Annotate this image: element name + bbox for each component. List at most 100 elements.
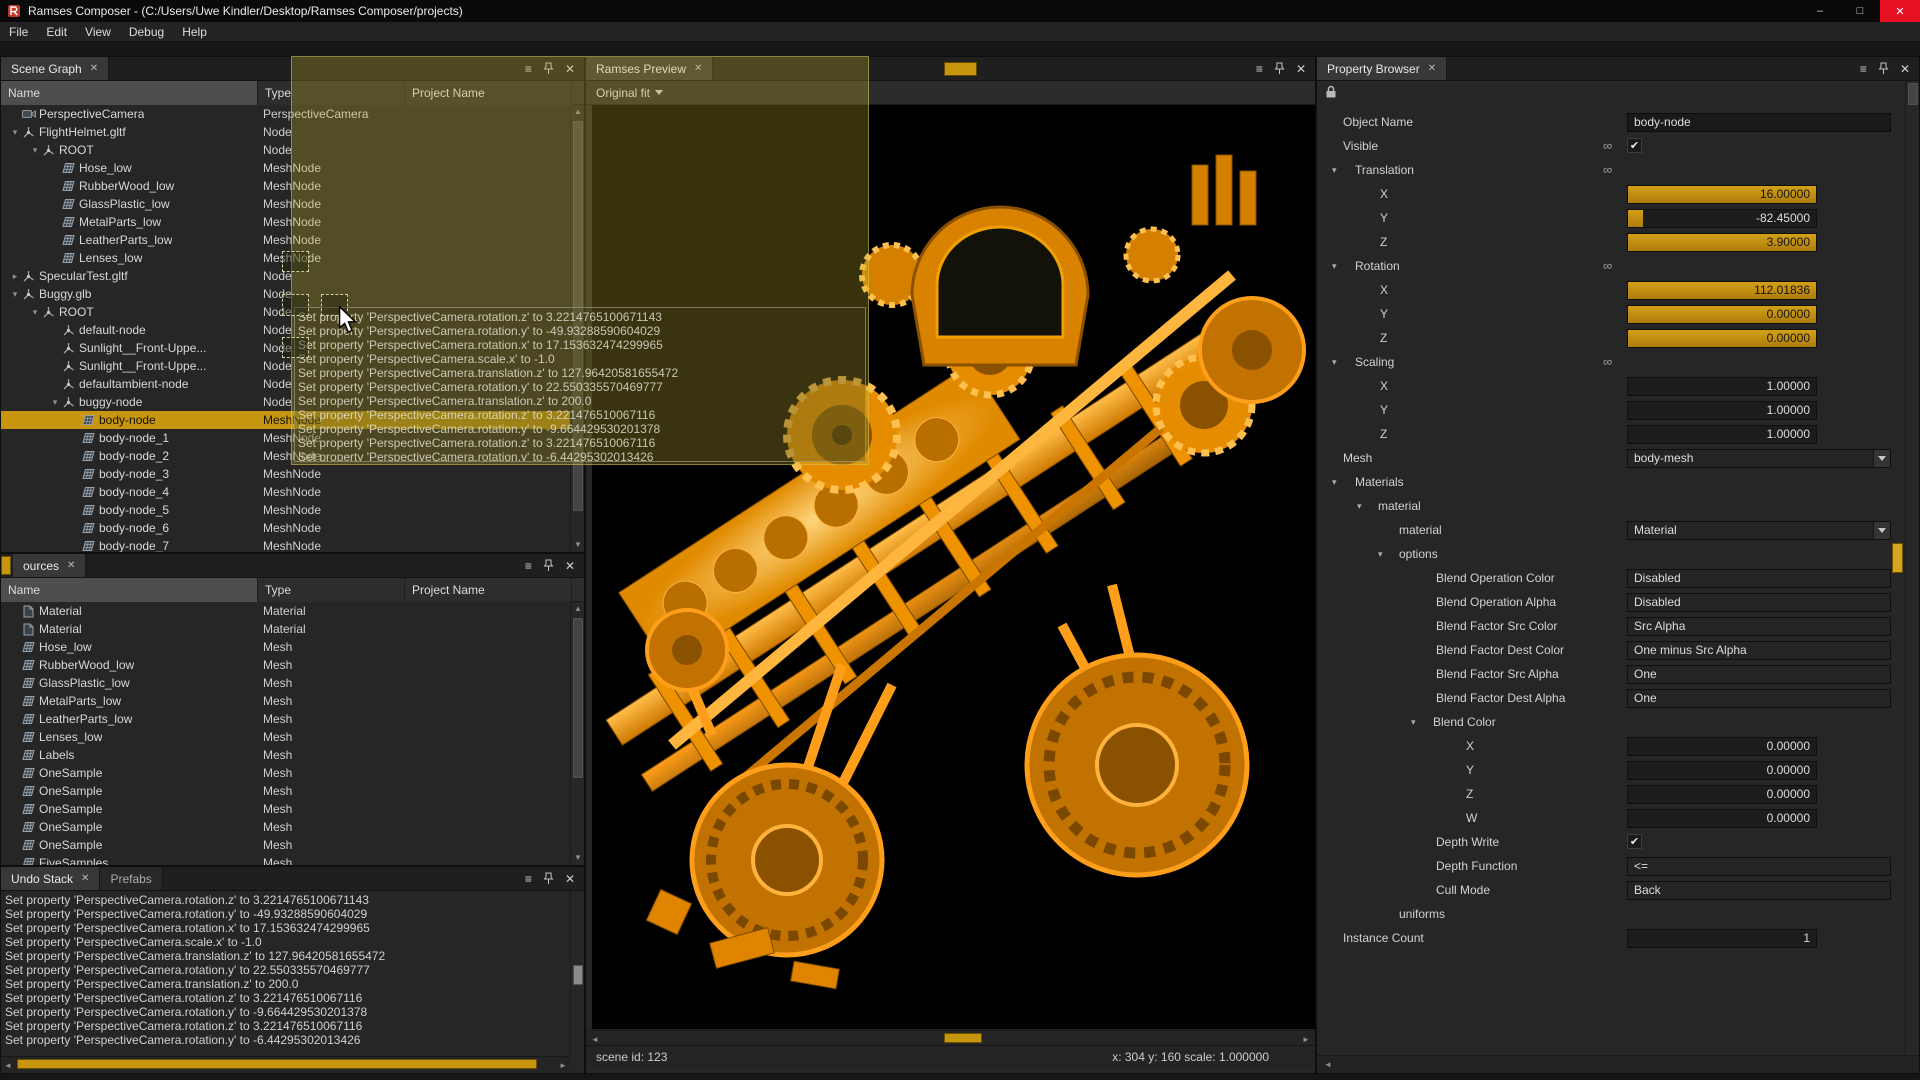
combo-box[interactable]: Disabled xyxy=(1627,593,1891,612)
dock-menu-icon[interactable]: ≡ xyxy=(1860,63,1867,75)
checkbox[interactable]: ✔ xyxy=(1627,138,1642,153)
text-input[interactable]: body-node xyxy=(1627,113,1891,132)
close-icon[interactable]: ✕ xyxy=(1900,63,1910,75)
combo-box[interactable]: Material xyxy=(1627,521,1891,540)
close-icon[interactable]: ✕ xyxy=(1428,63,1436,74)
expander-icon[interactable]: ▾ xyxy=(28,141,42,159)
tab-scene-graph[interactable]: Scene Graph ✕ xyxy=(1,57,109,80)
spin-box[interactable]: 0.00000 xyxy=(1627,761,1817,780)
spin-box[interactable]: 1.00000 xyxy=(1627,377,1817,396)
tree-row[interactable]: LeatherParts_lowMesh xyxy=(1,710,570,728)
tree-row[interactable]: FiveSamplesMesh xyxy=(1,854,570,865)
props-vscrollbar[interactable] xyxy=(1905,81,1919,1055)
scroll-up-icon[interactable]: ▲ xyxy=(571,602,585,616)
tree-row[interactable]: body-node_6MeshNode xyxy=(1,519,570,537)
tree-row[interactable]: GlassPlastic_lowMesh xyxy=(1,674,570,692)
tab-prefabs[interactable]: Prefabs xyxy=(100,867,162,890)
spin-box[interactable]: 1.00000 xyxy=(1627,425,1817,444)
combo-box[interactable]: Back xyxy=(1627,881,1891,900)
close-button[interactable]: ✕ xyxy=(1880,0,1920,22)
lock-icon[interactable] xyxy=(1325,85,1337,99)
dock-menu-icon[interactable]: ≡ xyxy=(525,873,532,885)
spin-box[interactable]: 112.01836 xyxy=(1627,281,1817,300)
scrollbar-thumb[interactable] xyxy=(573,965,583,985)
spin-box[interactable]: 1 xyxy=(1627,929,1817,948)
column-header-name[interactable]: Name xyxy=(1,81,258,105)
tree-row[interactable]: MetalParts_lowMesh xyxy=(1,692,570,710)
spin-box[interactable]: 1.00000 xyxy=(1627,401,1817,420)
tab-property-browser[interactable]: Property Browser ✕ xyxy=(1317,57,1447,80)
expander-icon[interactable]: ▾ xyxy=(8,123,22,141)
expander-icon[interactable]: ▾ xyxy=(48,393,62,411)
scroll-down-icon[interactable]: ▼ xyxy=(571,538,585,552)
tree-row[interactable]: MaterialMaterial xyxy=(1,620,570,638)
scroll-left-icon[interactable]: ◄ xyxy=(1,1059,15,1073)
scrollbar-thumb[interactable] xyxy=(17,1059,537,1069)
combo-box[interactable]: body-mesh xyxy=(1627,449,1891,468)
minimize-button[interactable]: – xyxy=(1800,0,1840,22)
combo-box[interactable]: One xyxy=(1627,689,1891,708)
combo-box[interactable]: <= xyxy=(1627,857,1891,876)
tree-row[interactable]: body-node_5MeshNode xyxy=(1,501,570,519)
spin-box[interactable]: 16.00000 xyxy=(1627,185,1817,204)
menu-debug[interactable]: Debug xyxy=(120,22,173,41)
spin-box[interactable]: 0.00000 xyxy=(1627,737,1817,756)
resources-vscrollbar[interactable]: ▲ ▼ xyxy=(570,602,584,865)
undo-hscrollbar[interactable]: ◄ ► xyxy=(1,1056,570,1071)
pin-icon[interactable] xyxy=(1878,62,1889,75)
tree-row[interactable]: OneSampleMesh xyxy=(1,764,570,782)
pin-icon[interactable] xyxy=(543,872,554,885)
tab-undo-stack[interactable]: Undo Stack ✕ xyxy=(1,867,100,890)
chevron-down-icon[interactable] xyxy=(1873,522,1890,539)
close-icon[interactable]: ✕ xyxy=(81,873,89,884)
expander-icon[interactable]: ▾ xyxy=(8,285,22,303)
props-hscrollbar[interactable]: ◄ xyxy=(1317,1055,1919,1073)
close-icon[interactable]: ✕ xyxy=(565,560,575,572)
tree-row[interactable]: LabelsMesh xyxy=(1,746,570,764)
tree-row[interactable]: Lenses_lowMesh xyxy=(1,728,570,746)
menu-edit[interactable]: Edit xyxy=(37,22,76,41)
tree-row[interactable]: Hose_lowMesh xyxy=(1,638,570,656)
tree-row[interactable]: MaterialMaterial xyxy=(1,602,570,620)
pin-icon[interactable] xyxy=(543,559,554,572)
tab-scroll-indicator[interactable] xyxy=(1,556,11,575)
close-icon[interactable]: ✕ xyxy=(90,63,98,74)
close-icon[interactable]: ✕ xyxy=(565,873,575,885)
spin-box[interactable]: -82.45000 xyxy=(1627,209,1817,228)
tree-row[interactable]: OneSampleMesh xyxy=(1,836,570,854)
tabbar-scrollbar-thumb[interactable] xyxy=(944,62,977,76)
tree-row[interactable]: body-node_3MeshNode xyxy=(1,465,570,483)
tree-row[interactable]: RubberWood_lowMesh xyxy=(1,656,570,674)
checkbox[interactable]: ✔ xyxy=(1627,834,1642,849)
tree-row[interactable]: OneSampleMesh xyxy=(1,818,570,836)
scroll-right-icon[interactable]: ► xyxy=(556,1059,570,1073)
scrollbar-thumb[interactable] xyxy=(944,1033,982,1043)
preview-hscrollbar[interactable]: ◄ ► xyxy=(586,1030,1315,1045)
combo-box[interactable]: One minus Src Alpha xyxy=(1627,641,1891,660)
scrollbar-thumb[interactable] xyxy=(1908,83,1918,105)
tree-row[interactable]: body-node_4MeshNode xyxy=(1,483,570,501)
scrollbar-thumb[interactable] xyxy=(573,618,583,778)
maximize-button[interactable]: □ xyxy=(1840,0,1880,22)
column-header-project-name[interactable]: Project Name xyxy=(405,578,572,602)
dock-menu-icon[interactable]: ≡ xyxy=(1256,63,1263,75)
column-header-type[interactable]: Type xyxy=(258,578,405,602)
chevron-down-icon[interactable] xyxy=(1873,450,1890,467)
menu-help[interactable]: Help xyxy=(173,22,216,41)
spin-box[interactable]: 3.90000 xyxy=(1627,233,1817,252)
expander-icon[interactable]: ▾ xyxy=(28,303,42,321)
combo-box[interactable]: Src Alpha xyxy=(1627,617,1891,636)
column-header-name[interactable]: Name xyxy=(1,578,258,602)
combo-box[interactable]: Disabled xyxy=(1627,569,1891,588)
undo-vscrollbar[interactable] xyxy=(570,891,584,1055)
tree-row[interactable]: OneSampleMesh xyxy=(1,800,570,818)
scroll-left-icon[interactable]: ◄ xyxy=(1321,1058,1335,1072)
dock-menu-icon[interactable]: ≡ xyxy=(525,560,532,572)
pin-icon[interactable] xyxy=(1274,62,1285,75)
menu-file[interactable]: File xyxy=(0,22,37,41)
expander-icon[interactable]: ▸ xyxy=(8,267,22,285)
spin-box[interactable]: 0.00000 xyxy=(1627,305,1817,324)
close-icon[interactable]: ✕ xyxy=(1296,63,1306,75)
combo-box[interactable]: One xyxy=(1627,665,1891,684)
tree-row[interactable]: OneSampleMesh xyxy=(1,782,570,800)
